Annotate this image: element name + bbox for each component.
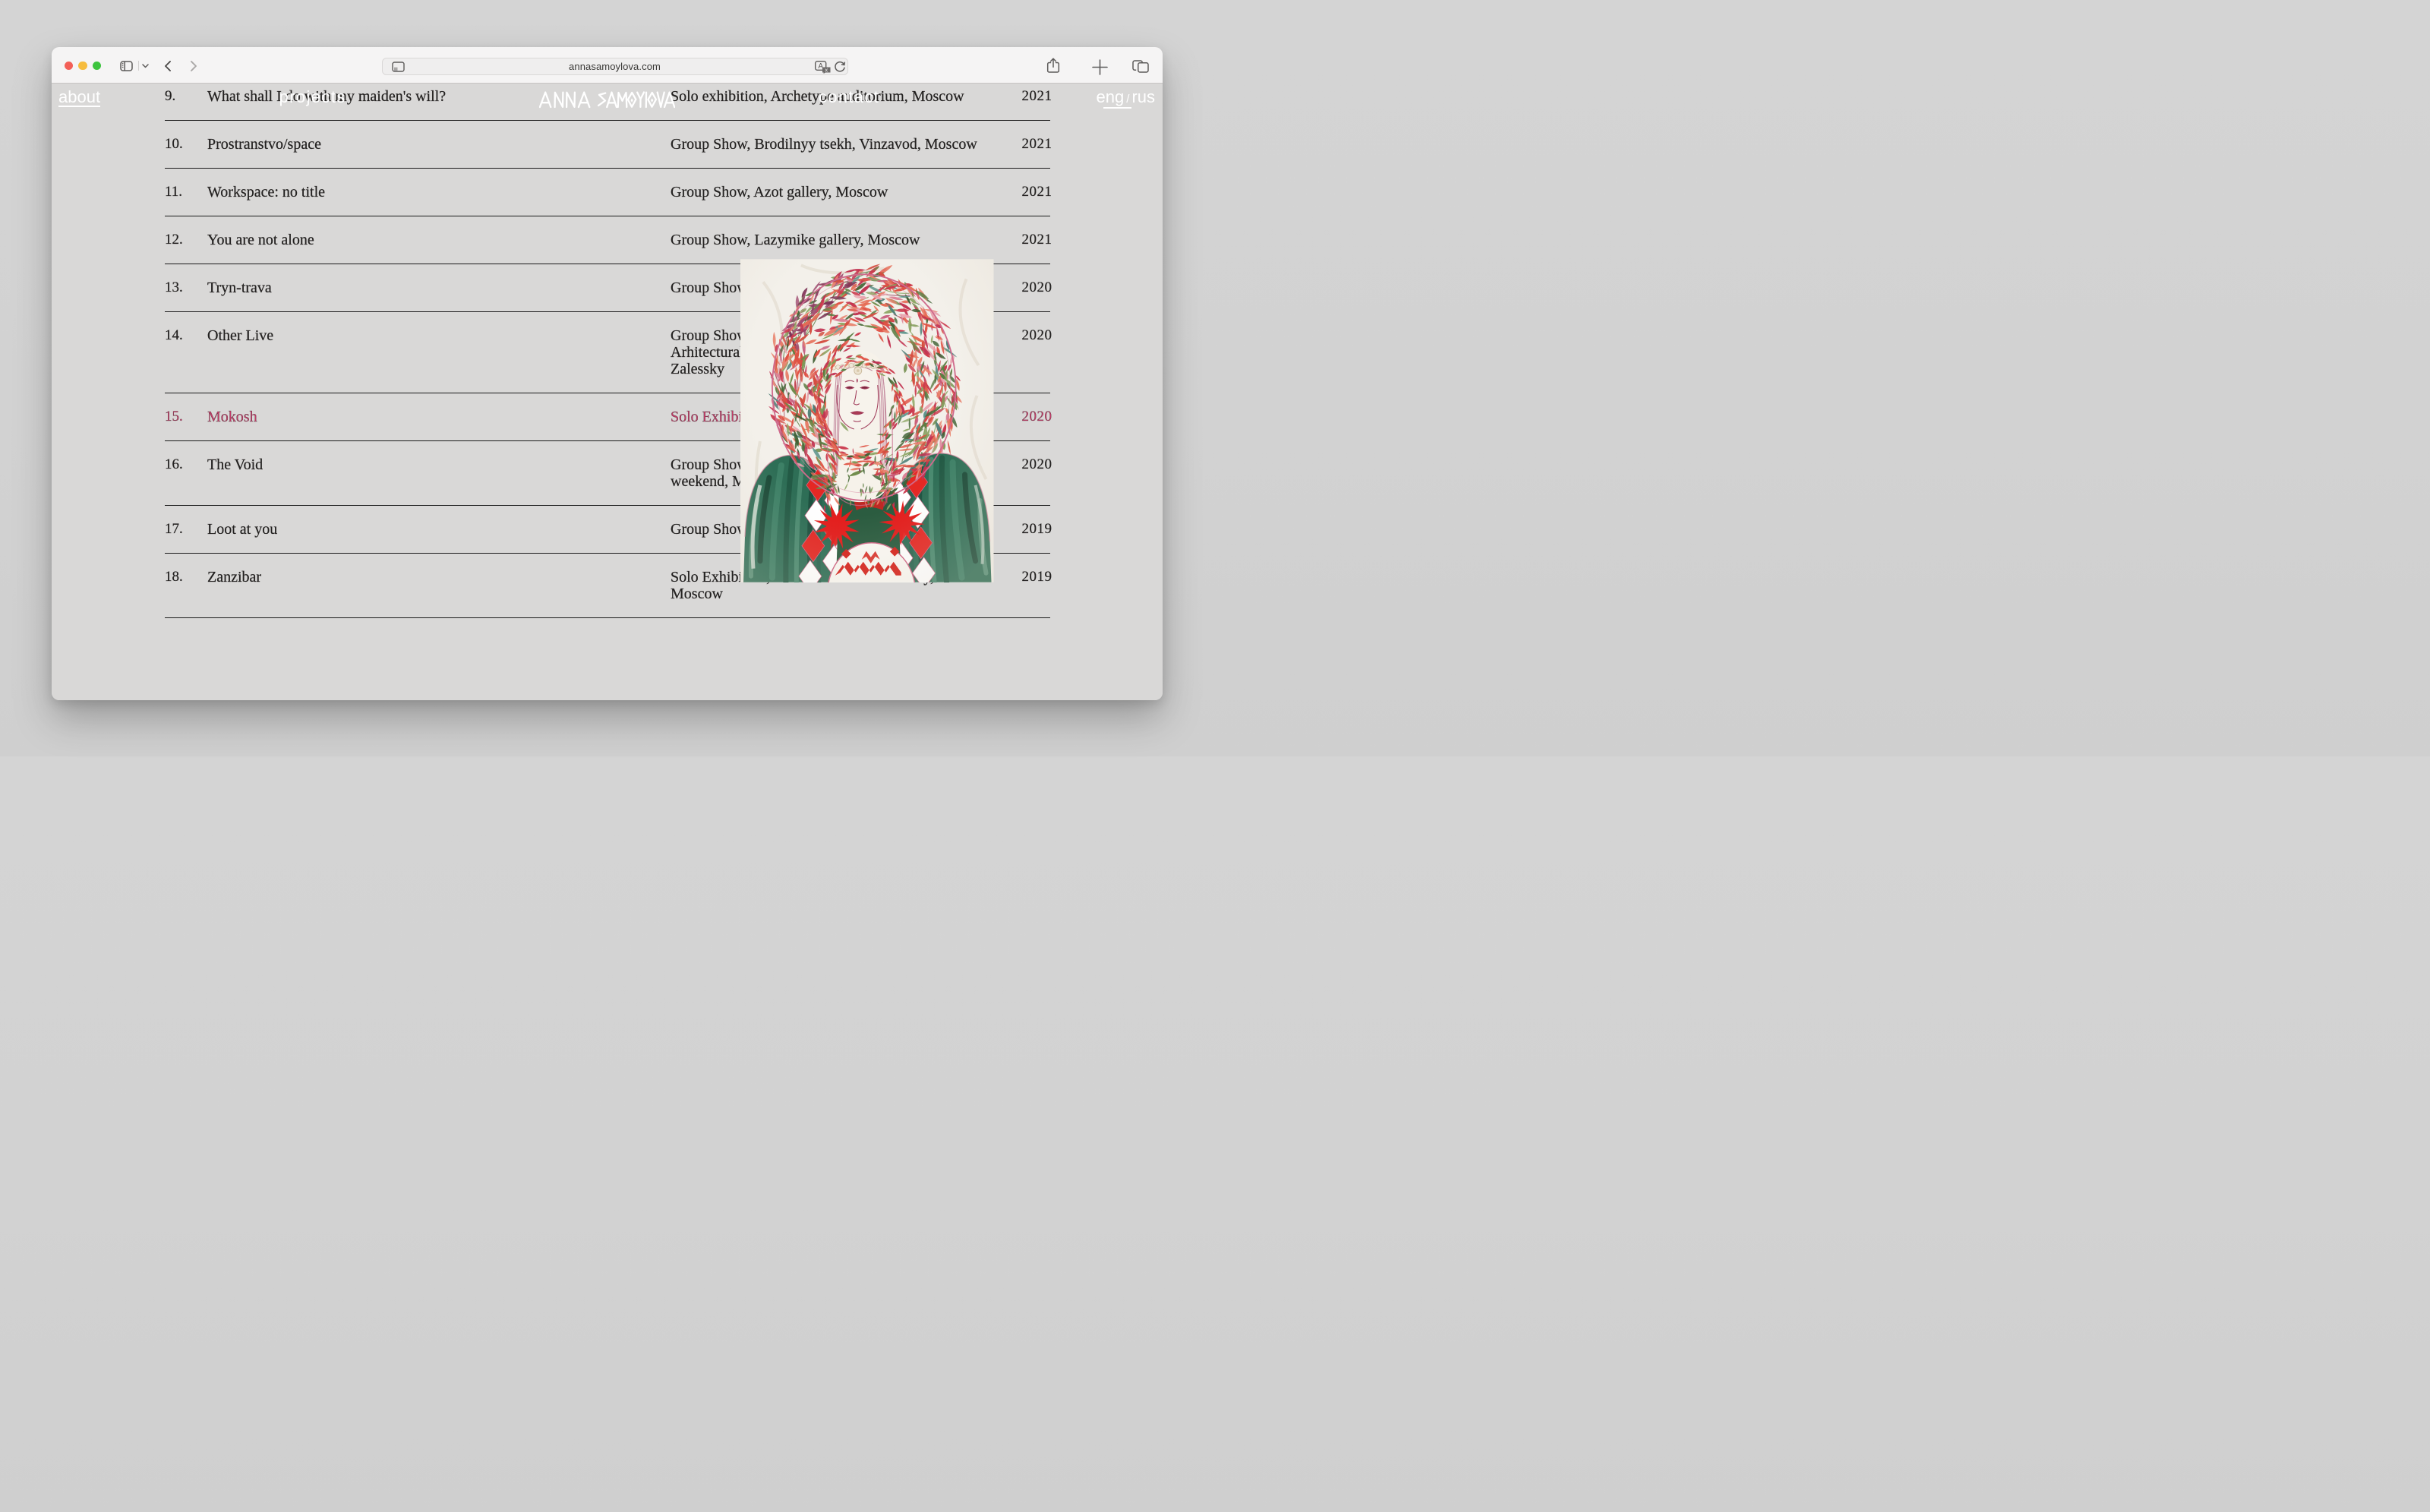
- svg-text:x: x: [825, 66, 828, 73]
